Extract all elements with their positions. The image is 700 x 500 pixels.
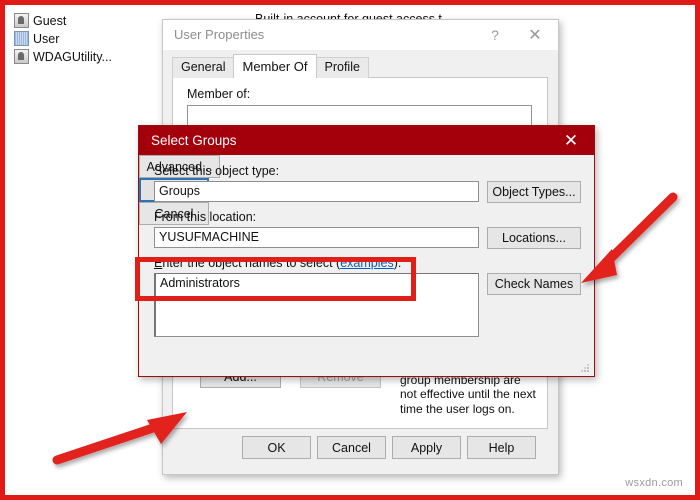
user-icon-selected xyxy=(14,31,29,46)
list-item-label: Guest xyxy=(33,13,67,28)
watermark: wsxdn.com xyxy=(625,477,683,489)
select-groups-title: Select Groups xyxy=(151,133,237,148)
list-item[interactable]: WDAGUtility... xyxy=(14,48,112,65)
resize-grip-icon[interactable] xyxy=(580,363,590,373)
user-icon xyxy=(14,49,29,64)
close-icon[interactable]: ✕ xyxy=(518,20,552,49)
select-groups-dialog: Select Groups ✕ Select this object type:… xyxy=(138,125,595,377)
list-item-label: User xyxy=(33,31,60,46)
tab-member-of[interactable]: Member Of xyxy=(233,54,317,78)
ok-button[interactable]: OK xyxy=(242,436,311,459)
help-icon[interactable]: ? xyxy=(478,20,512,49)
help-button[interactable]: Help xyxy=(467,436,536,459)
location-label: From this location: xyxy=(154,210,257,224)
location-input[interactable]: YUSUFMACHINE xyxy=(154,227,479,248)
cancel-button[interactable]: Cancel xyxy=(317,436,386,459)
tabstrip: General Member Of Profile xyxy=(172,54,369,78)
object-type-label: Select this object type: xyxy=(154,164,280,178)
user-properties-title: User Properties xyxy=(174,27,265,42)
select-groups-titlebar: Select Groups ✕ xyxy=(139,126,594,155)
list-item[interactable]: Guest xyxy=(14,12,66,29)
tab-general[interactable]: General xyxy=(172,57,235,78)
tab-profile[interactable]: Profile xyxy=(315,57,369,78)
list-item[interactable]: User xyxy=(14,30,59,47)
locations-button[interactable]: Locations... xyxy=(487,227,581,249)
check-names-button[interactable]: Check Names xyxy=(487,273,581,295)
highlight-rectangle-object-names xyxy=(135,257,416,301)
user-properties-titlebar: User Properties ? ✕ xyxy=(163,20,558,51)
screenshot-frame: Guest User WDAGUtility... Built-in accou… xyxy=(0,0,700,500)
apply-button[interactable]: Apply xyxy=(392,436,461,459)
close-icon[interactable]: ✕ xyxy=(556,126,586,155)
object-types-button[interactable]: Object Types... xyxy=(487,181,581,203)
object-type-input[interactable]: Groups xyxy=(154,181,479,202)
member-of-label: Member of: xyxy=(187,87,251,101)
user-properties-footer: OK Cancel Apply Help xyxy=(163,436,558,466)
user-icon xyxy=(14,13,29,28)
list-item-label: WDAGUtility... xyxy=(33,49,112,64)
